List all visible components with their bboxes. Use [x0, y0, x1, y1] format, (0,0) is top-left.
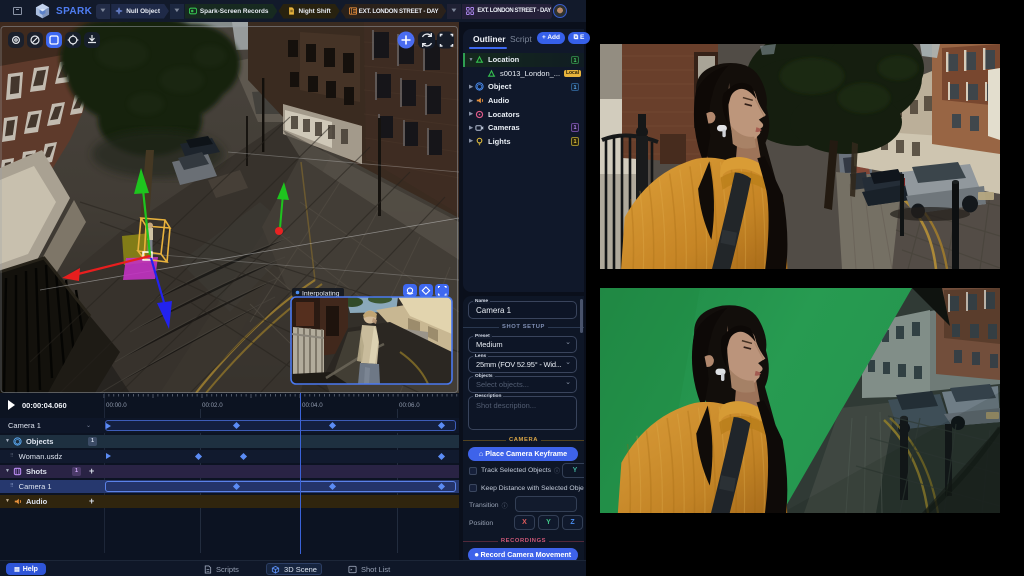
svg-text:00:06.0: 00:06.0 [399, 402, 420, 409]
svg-text:00:00.0: 00:00.0 [106, 402, 127, 409]
svg-text:00:04.0: 00:04.0 [302, 402, 323, 409]
svg-text:00:02.0: 00:02.0 [202, 402, 223, 409]
